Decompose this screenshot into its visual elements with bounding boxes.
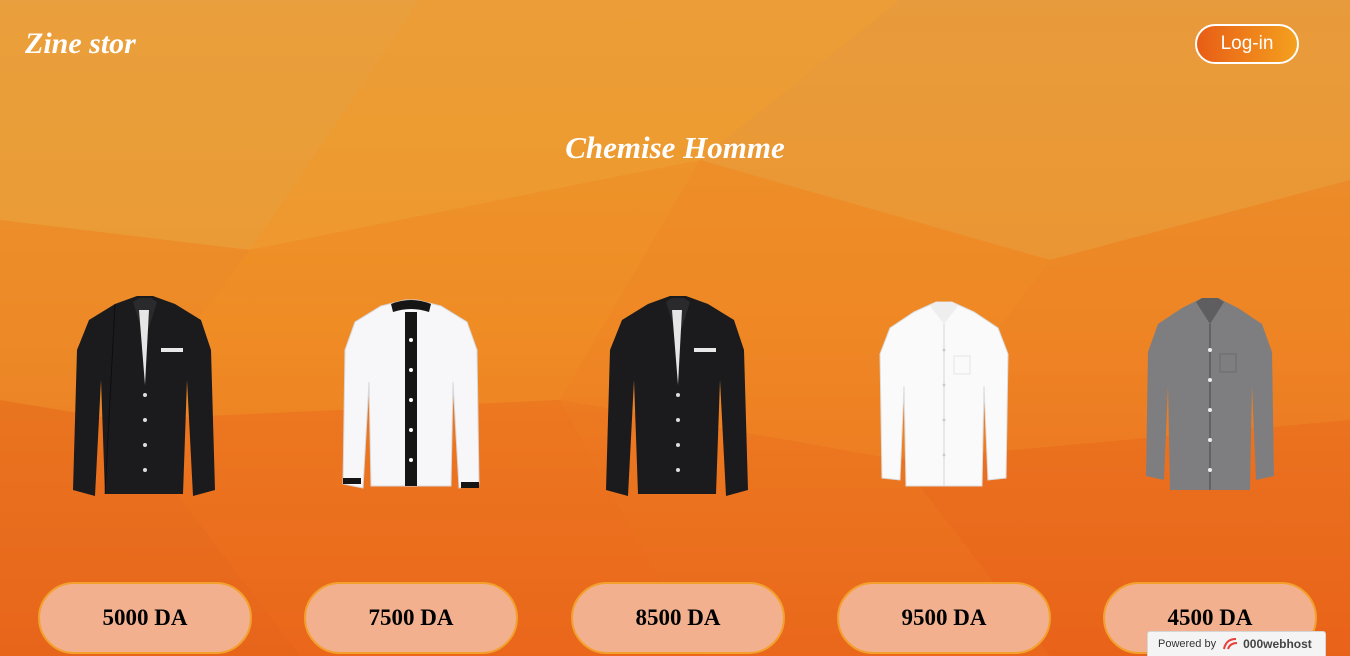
powered-by-badge[interactable]: Powered by 000webhost: [1147, 631, 1326, 656]
login-button[interactable]: Log-in: [1195, 24, 1299, 64]
brand-logo[interactable]: Zine stor: [25, 27, 136, 61]
black-shirt-image: [73, 296, 215, 496]
white-shirt-black-placket-image: [342, 299, 480, 489]
host-name: 000webhost: [1243, 637, 1312, 651]
price-button[interactable]: 8500 DA: [571, 582, 785, 654]
black-shirt-image: [606, 296, 748, 496]
price-button[interactable]: 7500 DA: [304, 582, 518, 654]
price-button[interactable]: 5000 DA: [38, 582, 252, 654]
product-card[interactable]: 7500 DA: [304, 290, 518, 656]
price-button[interactable]: 9500 DA: [837, 582, 1051, 654]
gray-shirt-image: [1146, 298, 1274, 490]
white-shirt-image: [879, 301, 1009, 487]
product-card[interactable]: 9500 DA: [837, 290, 1051, 656]
product-card[interactable]: 4500 DA: [1103, 290, 1317, 656]
page-title: Chemise Homme: [565, 130, 785, 165]
product-card[interactable]: 8500 DA: [571, 290, 785, 656]
product-card[interactable]: 5000 DA: [38, 290, 252, 656]
webhost-logo-icon: [1223, 638, 1238, 650]
powered-by-label: Powered by: [1158, 638, 1217, 650]
